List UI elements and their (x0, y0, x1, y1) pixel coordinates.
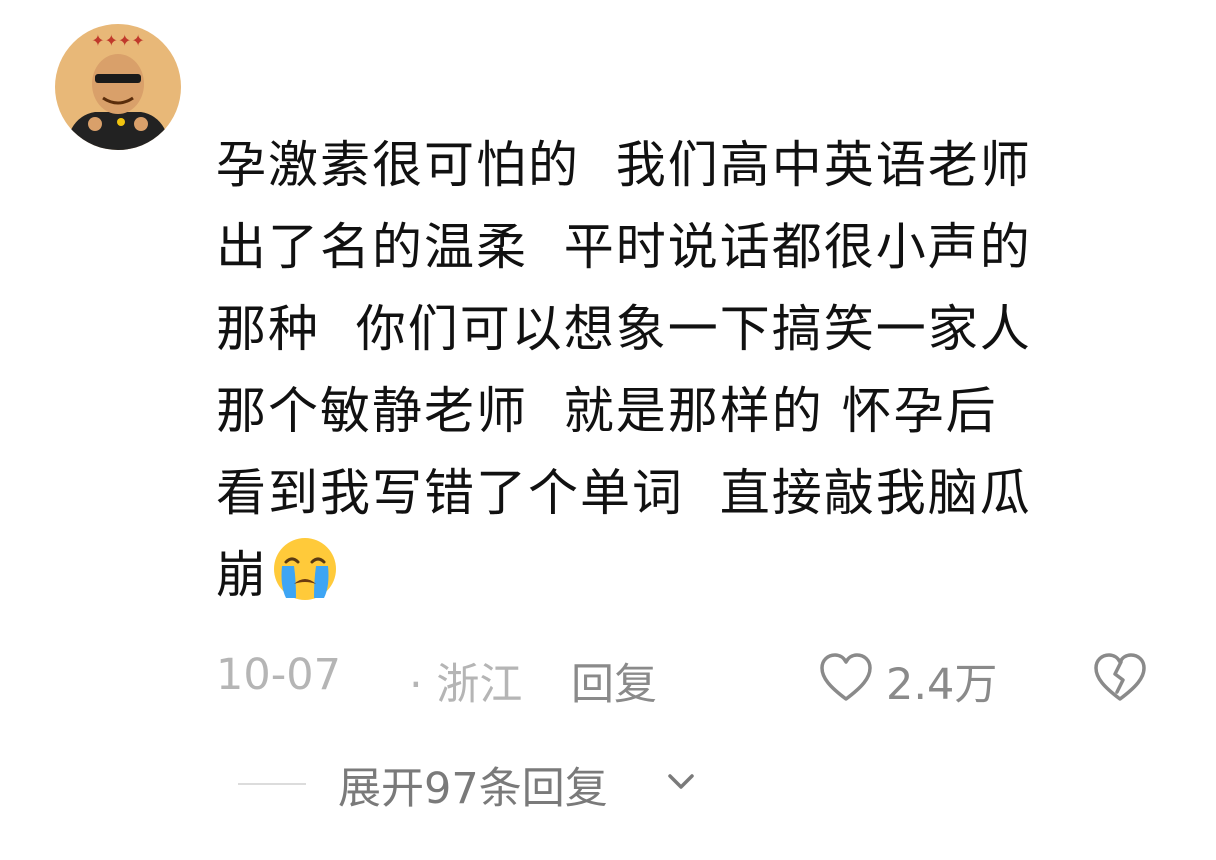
comment-text: 孕激素很可怕的 我们高中英语老师 出了名的温柔 平时说话都很小声的 那种 你们可… (216, 124, 1176, 616)
svg-text:✦✦✦✦: ✦✦✦✦ (91, 31, 145, 50)
like-count: 2.4万 (886, 660, 998, 710)
comment-text-content: 孕激素很可怕的 我们高中英语老师 出了名的温柔 平时说话都很小声的 那种 你们可… (216, 136, 1032, 604)
comment-meta: 10-07 · 浙江 回复 2.4万 (216, 646, 1176, 710)
chevron-down-icon (668, 774, 694, 789)
loudly-crying-face-icon (272, 536, 338, 602)
dislike-button[interactable] (1092, 652, 1148, 715)
expand-replies-label: 展开97条回复 (338, 764, 608, 814)
reply-button[interactable]: 回复 (571, 650, 657, 712)
broken-heart-icon (1094, 653, 1146, 701)
avatar[interactable]: ✦✦✦✦ (55, 24, 181, 150)
comment-location: · 浙江 (409, 660, 523, 710)
user-avatar-cartoon-icon: ✦✦✦✦ (55, 24, 181, 150)
divider (238, 783, 306, 785)
comment-date: 10-07 (216, 650, 341, 700)
heart-outline-icon (820, 653, 872, 701)
